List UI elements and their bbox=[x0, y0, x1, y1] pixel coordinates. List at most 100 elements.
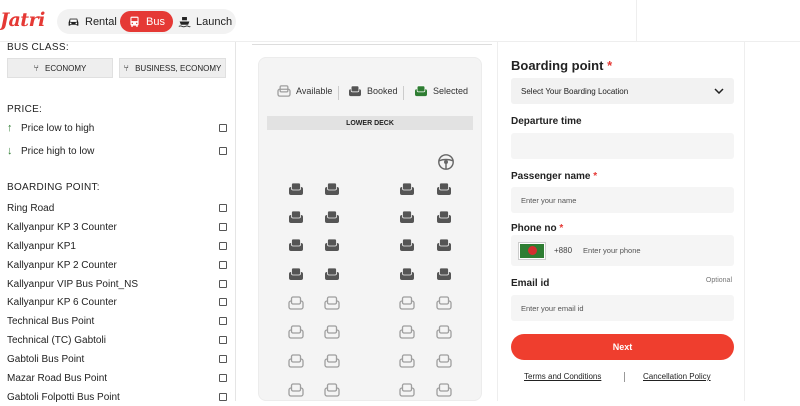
available-seat[interactable] bbox=[324, 296, 340, 310]
boarding-point-option[interactable]: Kallyanpur VIP Bus Point_NS bbox=[7, 275, 227, 293]
boarding-point-label: Kallyanpur VIP Bus Point_NS bbox=[7, 278, 139, 290]
next-button[interactable]: Next bbox=[511, 334, 734, 360]
available-seat[interactable] bbox=[324, 383, 340, 397]
available-seat[interactable] bbox=[436, 325, 452, 339]
available-seat[interactable] bbox=[399, 296, 415, 310]
booked-seat bbox=[437, 238, 451, 251]
bus-class-business-economy-button[interactable]: ⑂ BUSINESS, ECONOMY bbox=[119, 58, 226, 78]
phone-no-label: Phone no * bbox=[511, 223, 563, 234]
legend-divider bbox=[338, 86, 339, 100]
cancellation-policy-link[interactable]: Cancellation Policy bbox=[643, 372, 711, 381]
arrow-down-icon: ↓ bbox=[7, 145, 13, 157]
booked-seat bbox=[400, 182, 414, 195]
booked-seat bbox=[437, 267, 451, 280]
boarding-point-option[interactable]: Kallyanpur KP 6 Counter bbox=[7, 293, 227, 311]
checkbox[interactable] bbox=[219, 298, 227, 306]
boarding-point-label: Mazar Road Bus Point bbox=[7, 372, 108, 384]
available-seat[interactable] bbox=[324, 325, 340, 339]
available-seat[interactable] bbox=[288, 325, 304, 339]
ship-icon bbox=[178, 17, 191, 28]
legend-label: Booked bbox=[367, 86, 398, 96]
nav-rental[interactable]: Rental bbox=[59, 11, 125, 32]
required-mark: * bbox=[607, 58, 613, 73]
available-seat[interactable] bbox=[436, 383, 452, 397]
available-seat[interactable] bbox=[324, 354, 340, 368]
nav-rental-label: Rental bbox=[85, 15, 117, 28]
terms-and-conditions-link[interactable]: Terms and Conditions bbox=[524, 372, 601, 381]
checkbox[interactable] bbox=[219, 374, 227, 382]
checkbox[interactable] bbox=[219, 336, 227, 344]
available-seat[interactable] bbox=[436, 296, 452, 310]
price-option-label: Price high to low bbox=[21, 145, 95, 157]
phone-no-text: Phone no bbox=[511, 223, 557, 234]
header-divider bbox=[636, 0, 637, 42]
booked-seat bbox=[437, 182, 451, 195]
legend-label: Available bbox=[296, 86, 333, 96]
bus-class-economy-button[interactable]: ⑂ ECONOMY bbox=[7, 58, 113, 78]
bangladesh-flag-icon bbox=[519, 242, 545, 259]
legend-available: Available bbox=[277, 85, 332, 97]
phone-input[interactable]: Enter your phone bbox=[583, 246, 641, 255]
boarding-point-label: Kallyanpur KP 3 Counter bbox=[7, 221, 117, 233]
phone-field[interactable]: +880 Enter your phone bbox=[511, 235, 734, 266]
checkbox[interactable] bbox=[219, 124, 227, 132]
checkbox[interactable] bbox=[219, 242, 227, 250]
boarding-point-option[interactable]: Kallyanpur KP 2 Counter bbox=[7, 256, 227, 274]
passenger-name-input[interactable]: Enter your name bbox=[511, 187, 734, 213]
legend-label: Selected bbox=[433, 86, 469, 96]
filter-sidebar: BUS CLASS: ⑂ ECONOMY ⑂ BUSINESS, ECONOMY… bbox=[0, 42, 236, 403]
boarding-point-option[interactable]: Kallyanpur KP 3 Counter bbox=[7, 218, 227, 236]
booked-seat bbox=[400, 210, 414, 223]
price-high-to-low-option[interactable]: ↓ Price high to low bbox=[7, 142, 227, 160]
jatri-logo[interactable]: Jatri bbox=[0, 9, 45, 31]
available-seat[interactable] bbox=[288, 383, 304, 397]
bus-class-title: BUS CLASS: bbox=[7, 42, 69, 53]
checkbox[interactable] bbox=[219, 147, 227, 155]
boarding-point-label: Technical (TC) Gabtoli bbox=[7, 334, 106, 346]
checkbox[interactable] bbox=[219, 261, 227, 269]
available-seat[interactable] bbox=[399, 325, 415, 339]
car-icon bbox=[68, 18, 79, 26]
available-seat[interactable] bbox=[288, 354, 304, 368]
checkbox[interactable] bbox=[219, 280, 227, 288]
bus-icon bbox=[130, 16, 139, 27]
phone-country-code: +880 bbox=[554, 246, 573, 255]
boarding-point-label: Kallyanpur KP 2 Counter bbox=[7, 259, 117, 271]
booked-seat-icon bbox=[349, 85, 361, 97]
departure-time-field[interactable] bbox=[511, 133, 734, 159]
boarding-point-option[interactable]: Mazar Road Bus Point bbox=[7, 369, 227, 387]
price-low-to-high-option[interactable]: ↑ Price low to high bbox=[7, 119, 227, 137]
available-seat[interactable] bbox=[436, 354, 452, 368]
available-seat-icon bbox=[277, 85, 291, 97]
available-seat[interactable] bbox=[399, 354, 415, 368]
boarding-point-option[interactable]: Technical Bus Point bbox=[7, 312, 227, 330]
link-divider bbox=[624, 372, 625, 382]
nav-bus[interactable]: Bus bbox=[120, 11, 173, 32]
checkbox[interactable] bbox=[219, 393, 227, 401]
boarding-point-option[interactable]: Gabtoli Bus Point bbox=[7, 350, 227, 368]
boarding-point-option[interactable]: Kallyanpur KP1 bbox=[7, 237, 227, 255]
booked-seat bbox=[325, 210, 339, 223]
checkbox[interactable] bbox=[219, 355, 227, 363]
boarding-point-option[interactable]: Technical (TC) Gabtoli bbox=[7, 331, 227, 349]
boarding-location-select[interactable]: Select Your Boarding Location bbox=[511, 78, 734, 104]
boarding-point-label: Boarding point * bbox=[511, 58, 612, 73]
nav-launch[interactable]: Launch bbox=[170, 11, 240, 32]
boarding-point-label: Ring Road bbox=[7, 202, 55, 214]
checkbox[interactable] bbox=[219, 317, 227, 325]
checkbox[interactable] bbox=[219, 223, 227, 231]
selected-seat-icon bbox=[415, 85, 427, 97]
available-seat[interactable] bbox=[399, 383, 415, 397]
available-seat[interactable] bbox=[288, 296, 304, 310]
boarding-point-option[interactable]: Gabtoli Folpotti Bus Point bbox=[7, 388, 227, 406]
boarding-select-value: Select Your Boarding Location bbox=[521, 86, 629, 96]
booked-seat bbox=[289, 267, 303, 280]
bus-class-label: ECONOMY bbox=[45, 63, 87, 73]
bus-class-label: BUSINESS, ECONOMY bbox=[135, 63, 222, 73]
legend-booked: Booked bbox=[348, 85, 398, 97]
boarding-point-label: Gabtoli Bus Point bbox=[7, 353, 85, 365]
chevron-down-icon bbox=[714, 88, 724, 94]
checkbox[interactable] bbox=[219, 204, 227, 212]
boarding-point-option[interactable]: Ring Road bbox=[7, 199, 227, 217]
email-input[interactable]: Enter your email id bbox=[511, 295, 734, 321]
